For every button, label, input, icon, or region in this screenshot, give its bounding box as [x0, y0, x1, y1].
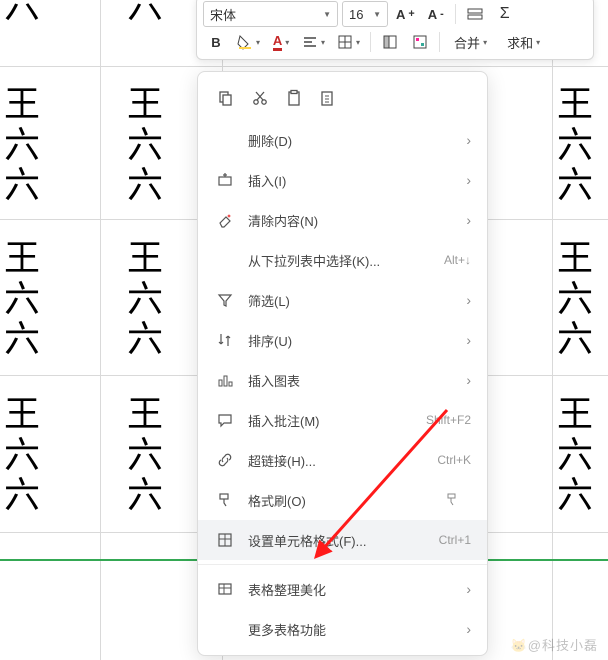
filter-icon [214, 289, 236, 311]
conditional-format-icon[interactable] [407, 29, 433, 55]
format-cells-icon [214, 529, 236, 551]
cell[interactable]: 王六六 [4, 238, 40, 360]
ctx-sort[interactable]: 排序(U) › [198, 320, 487, 360]
ctx-table-beautify[interactable]: 表格整理美化 › [198, 569, 487, 609]
cell[interactable]: 王六六 [4, 84, 40, 206]
align-button[interactable]: ▾ [298, 29, 329, 55]
fill-color-button[interactable]: ▾ [233, 29, 264, 55]
paste-icon[interactable] [284, 88, 304, 108]
ctx-chart[interactable]: 插入图表 › [198, 360, 487, 400]
format-painter-side-icon [445, 492, 461, 508]
chevron-right-icon: › [466, 172, 471, 188]
chevron-right-icon: › [466, 621, 471, 637]
paint-icon [214, 489, 236, 511]
font-color-button[interactable]: A▾ [268, 29, 294, 55]
chart-icon [214, 369, 236, 391]
sum-button[interactable]: 求和▾ [499, 29, 548, 55]
cell[interactable]: 王六六 [557, 394, 593, 516]
eraser-icon [214, 209, 236, 231]
cell[interactable]: 王六六 [557, 84, 593, 206]
chevron-right-icon: › [466, 581, 471, 597]
autosum-icon[interactable]: Σ [492, 1, 518, 27]
ctx-more-table[interactable]: 更多表格功能 › [198, 609, 487, 649]
ctx-delete[interactable]: 删除(D) › [198, 120, 487, 160]
cell[interactable]: 六六 [4, 0, 40, 25]
cell[interactable]: 六六 [127, 0, 163, 25]
cell[interactable]: 王六六 [127, 238, 163, 360]
context-menu: 删除(D) › 插入(I) › 清除内容(N) › 从下拉列表中选择(K)...… [197, 71, 488, 656]
insert-row-icon[interactable] [462, 1, 488, 27]
mini-toolbar: 宋体▼ 16▼ A+ A- Σ B ▾ A▾ ▾ ▾ [196, 0, 594, 60]
font-select[interactable]: 宋体▼ [203, 1, 338, 27]
ctx-comment[interactable]: 插入批注(M) Shift+F2 [198, 400, 487, 440]
table-beautify-icon [214, 578, 236, 600]
cell[interactable]: 王六六 [4, 394, 40, 516]
link-icon [214, 449, 236, 471]
ctx-format-painter[interactable]: 格式刷(O) [198, 480, 487, 520]
cell[interactable]: 王六六 [557, 238, 593, 360]
ctx-clear[interactable]: 清除内容(N) › [198, 200, 487, 240]
chevron-right-icon: › [466, 212, 471, 228]
watermark: 🐱@科技小磊 [511, 635, 598, 654]
cell[interactable]: 王六六 [127, 394, 163, 516]
cell[interactable]: 王六六 [127, 84, 163, 206]
ctx-format-cells[interactable]: 设置单元格格式(F)... Ctrl+1 [198, 520, 487, 560]
bold-button[interactable]: B [203, 29, 229, 55]
cut-icon[interactable] [250, 88, 270, 108]
borders-button[interactable]: ▾ [333, 29, 364, 55]
merge-button[interactable]: 合并▾ [446, 29, 495, 55]
font-size-select[interactable]: 16▼ [342, 1, 388, 27]
insert-icon [214, 169, 236, 191]
chevron-right-icon: › [466, 292, 471, 308]
copy-icon[interactable] [216, 88, 236, 108]
comment-icon [214, 409, 236, 431]
sort-icon [214, 329, 236, 351]
increase-font-icon[interactable]: A+ [392, 1, 419, 27]
ctx-insert[interactable]: 插入(I) › [198, 160, 487, 200]
paste-special-icon[interactable] [318, 88, 338, 108]
ctx-filter[interactable]: 筛选(L) › [198, 280, 487, 320]
chevron-right-icon: › [466, 372, 471, 388]
chevron-right-icon: › [466, 332, 471, 348]
freeze-icon[interactable] [377, 29, 403, 55]
ctx-hyperlink[interactable]: 超链接(H)... Ctrl+K [198, 440, 487, 480]
ctx-dropdown-select[interactable]: 从下拉列表中选择(K)... Alt+↓ [198, 240, 487, 280]
chevron-right-icon: › [466, 132, 471, 148]
decrease-font-icon[interactable]: A- [423, 1, 449, 27]
